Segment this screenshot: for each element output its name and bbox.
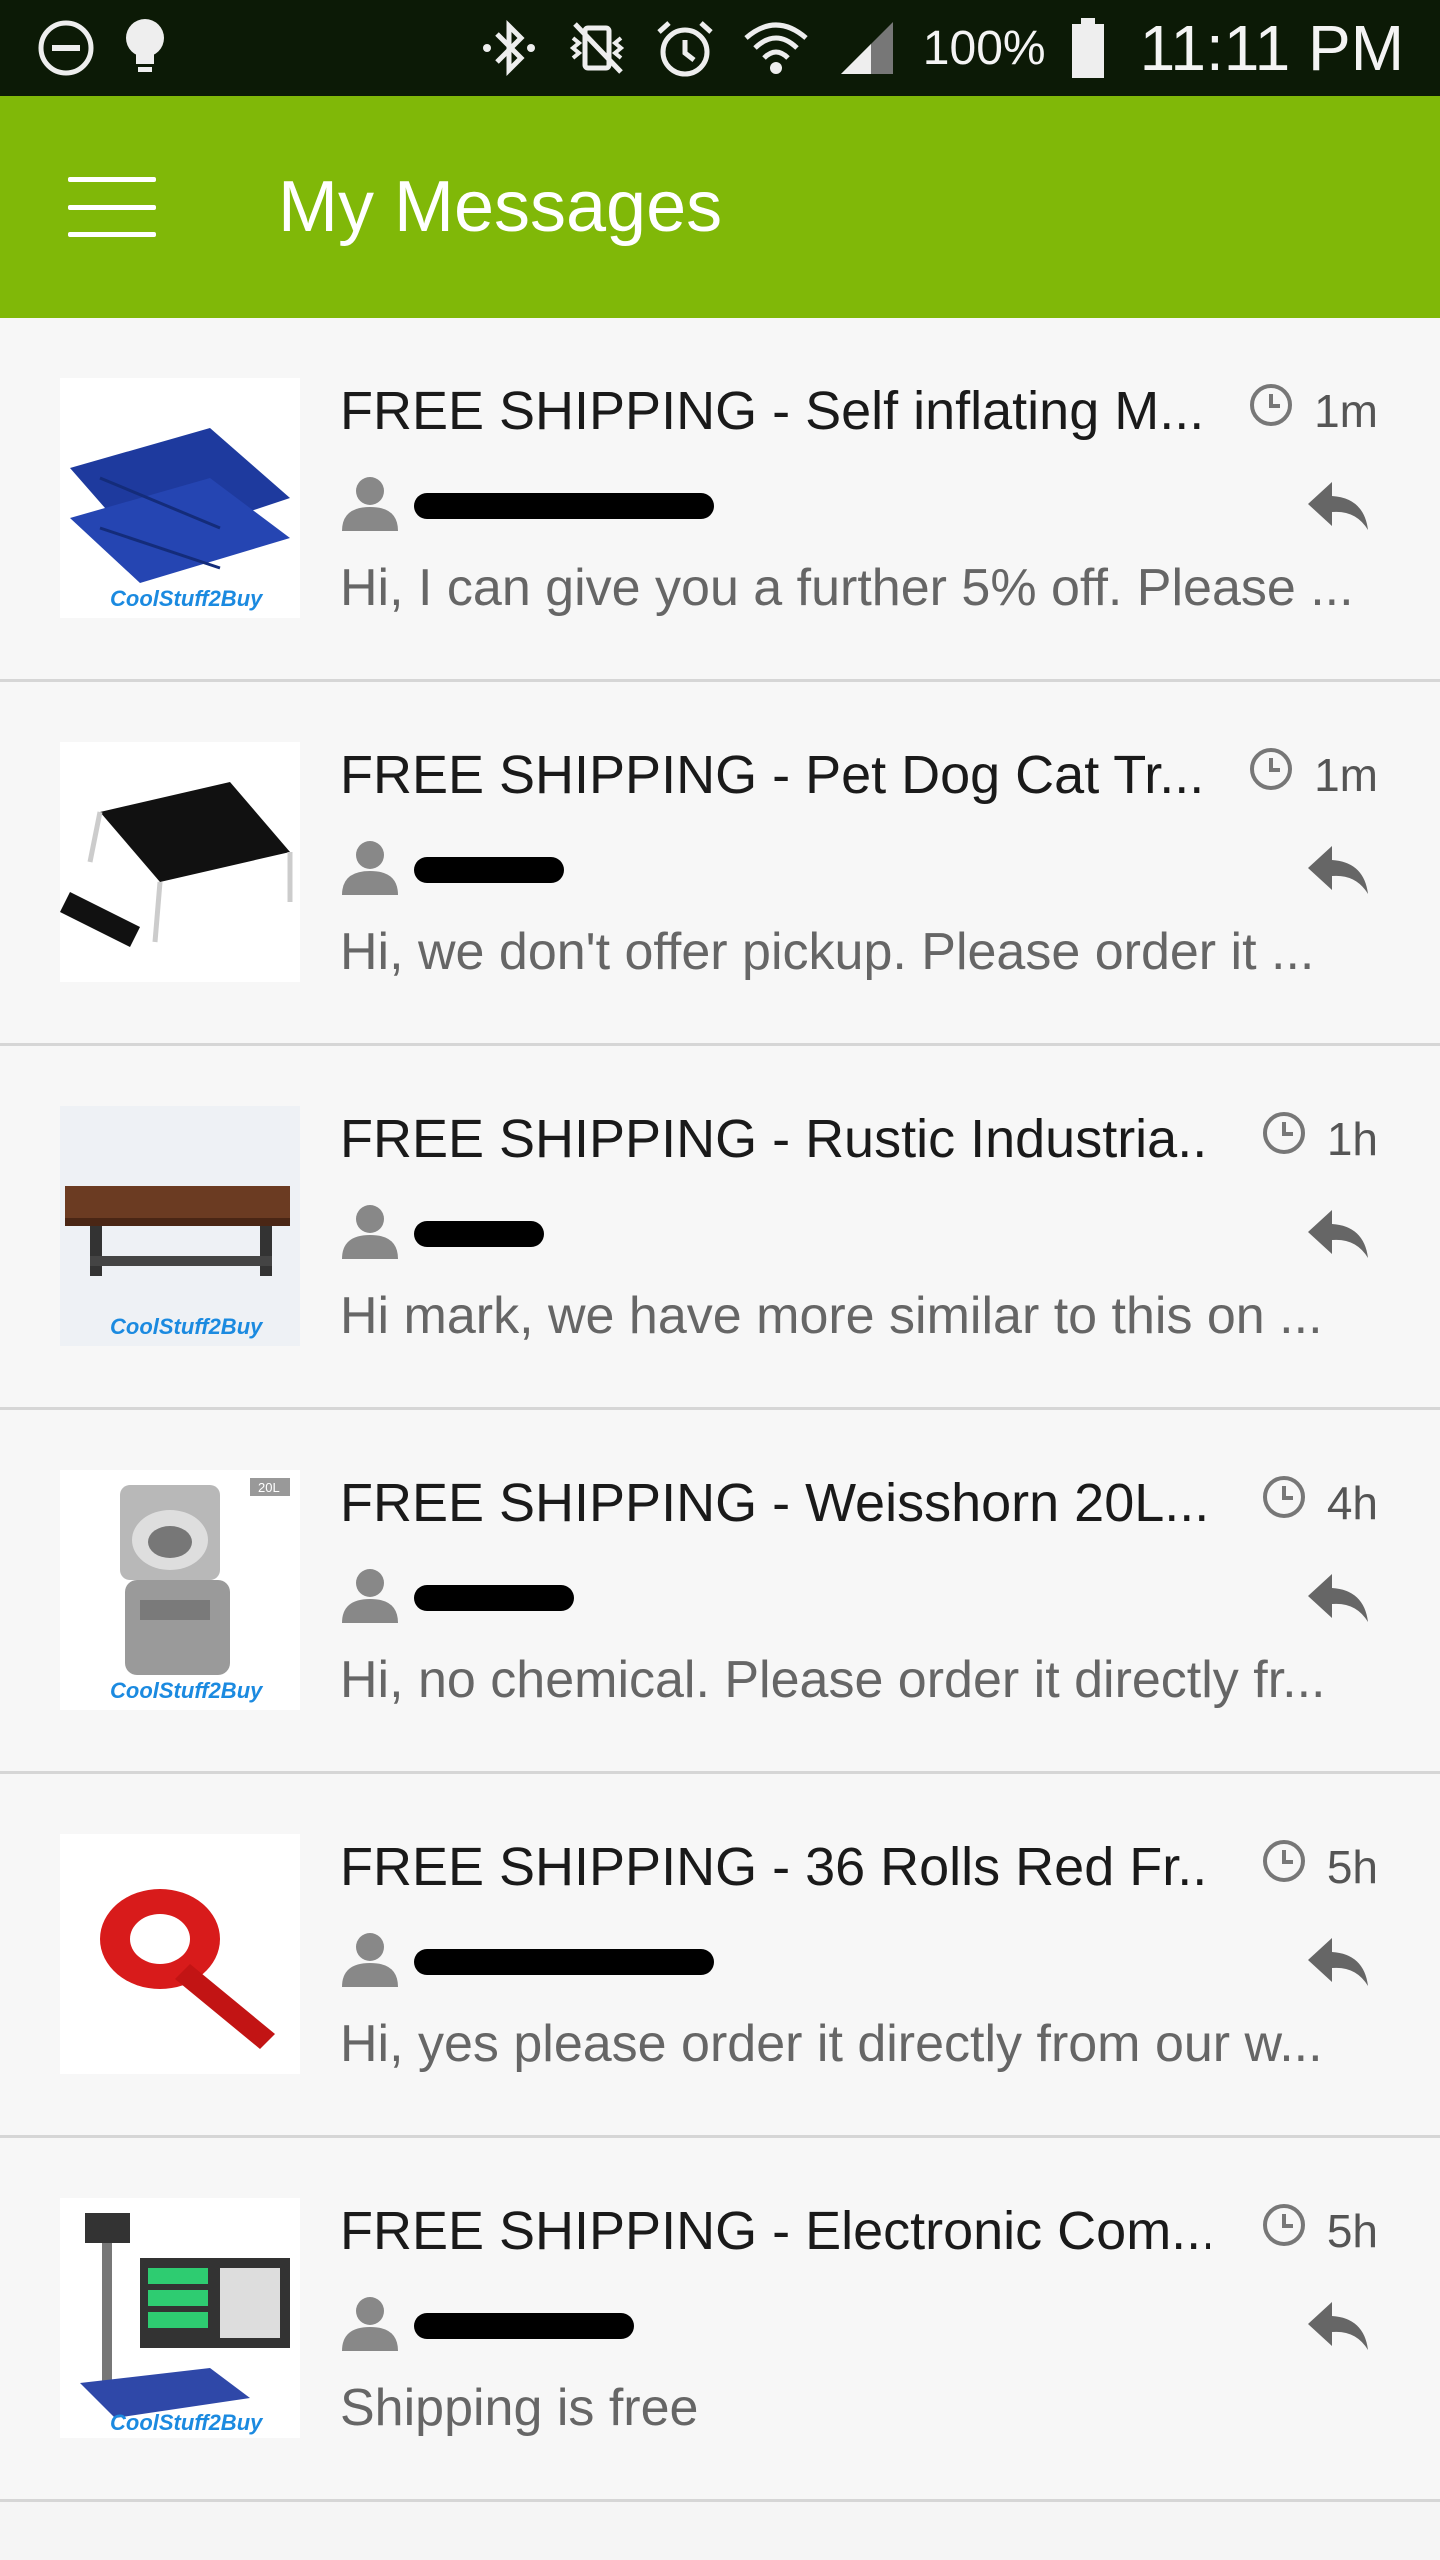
vibrate-icon [565,16,629,80]
redacted-sender-name [414,2312,634,2339]
message-item[interactable]: CoolStuff2Buy FREE SHIPPING - Rustic Ind… [0,1046,1440,1410]
message-item[interactable]: CoolStuff2Buy FREE SHIPPING - Self infla… [0,318,1440,682]
message-preview: Hi, we don't offer pickup. Please order … [340,923,1315,981]
message-title: FREE SHIPPING - Rustic Industria... [340,1109,1210,1169]
battery-percent: 100% [922,21,1046,75]
product-thumbnail [60,1834,300,2074]
page-title: My Messages [278,167,723,247]
sender [340,1201,544,1266]
logo-text: CoolStuff2Buy [110,1314,264,1339]
clock: 11:11 PM [1139,12,1404,84]
message-title: FREE SHIPPING - Weisshorn 20L... [340,1473,1210,1533]
redacted-sender-name [414,1948,714,1975]
message-preview: Hi mark, we have more similar to this on… [340,1287,1323,1345]
time-label: 1m [1314,748,1378,801]
messages-list: CoolStuff2Buy FREE SHIPPING - Self infla… [0,318,1440,2502]
redacted-sender-name [414,492,714,519]
message-title: FREE SHIPPING - Pet Dog Cat Tr... [340,745,1205,805]
reply-icon[interactable] [1306,1206,1370,1262]
message-item[interactable]: CoolStuff2Buy FREE SHIPPING - Electronic… [0,2138,1440,2502]
product-thumbnail: CoolStuff2Buy [60,2198,300,2438]
time-label: 1m [1314,384,1378,437]
reply-icon[interactable] [1306,1570,1370,1626]
sender [340,837,564,902]
sender [340,473,714,538]
sender [340,1565,574,1630]
reply-icon[interactable] [1306,842,1370,898]
message-time: 4h [1261,1474,1378,1531]
clock-icon [1261,2202,1307,2259]
logo-text: CoolStuff2Buy [110,1678,264,1703]
person-icon [340,1929,400,1994]
time-label: 5h [1326,1840,1378,1893]
product-thumbnail: CoolStuff2Buy [60,1106,300,1346]
status-bar: 100% 11:11 PM [0,0,1440,96]
reply-icon[interactable] [1306,2298,1370,2354]
app-bar: My Messages [0,96,1440,318]
message-title: FREE SHIPPING - Electronic Com... [340,2201,1210,2261]
time-label: 4h [1326,1476,1378,1529]
lightbulb-icon [120,16,170,80]
redacted-sender-name [414,1220,544,1247]
clock-icon [1261,1474,1307,1531]
clock-icon [1261,1838,1307,1895]
time-label: 5h [1326,2204,1378,2257]
sender [340,1929,714,1994]
clock-icon [1248,382,1294,439]
wifi-icon [741,16,811,80]
battery-icon [1070,16,1106,80]
message-time: 1m [1248,746,1378,803]
redacted-sender-name [414,856,564,883]
message-item[interactable]: 20L CoolStuff2Buy FREE SHIPPING - Weissh… [0,1410,1440,1774]
message-time: 5h [1261,2202,1378,2259]
person-icon [340,2293,400,2358]
clock-icon [1261,1110,1307,1167]
product-thumbnail [60,742,300,982]
person-icon [340,837,400,902]
message-preview: Hi, no chemical. Please order it directl… [340,1651,1326,1709]
message-preview: Hi, yes please order it directly from ou… [340,2015,1323,2073]
reply-icon[interactable] [1306,1934,1370,1990]
person-icon [340,473,400,538]
message-time: 1m [1248,382,1378,439]
redacted-sender-name [414,1584,574,1611]
alarm-icon [653,16,717,80]
product-thumbnail: CoolStuff2Buy [60,378,300,618]
bluetooth-icon [477,16,541,80]
logo-text: CoolStuff2Buy [110,586,264,611]
person-icon [340,1565,400,1630]
message-time: 1h [1261,1110,1378,1167]
clock-icon [1248,746,1294,803]
message-item[interactable]: FREE SHIPPING - 36 Rolls Red Fr... 5h Hi… [0,1774,1440,2138]
message-item[interactable]: FREE SHIPPING - Pet Dog Cat Tr... 1m Hi,… [0,682,1440,1046]
toilet-badge: 20L [258,1480,280,1495]
person-icon [340,1201,400,1266]
message-time: 5h [1261,1838,1378,1895]
signal-icon [835,16,899,80]
time-label: 1h [1326,1112,1378,1165]
message-preview: Hi, I can give you a further 5% off. Ple… [340,559,1354,617]
hamburger-menu-icon[interactable] [68,177,156,237]
reply-icon[interactable] [1306,478,1370,534]
logo-text: CoolStuff2Buy [110,2410,264,2435]
message-title: FREE SHIPPING - Self inflating M... [340,381,1205,441]
do-not-disturb-icon [36,18,96,78]
sender [340,2293,634,2358]
product-thumbnail: 20L CoolStuff2Buy [60,1470,300,1710]
message-preview: Shipping is free [340,2379,699,2437]
message-title: FREE SHIPPING - 36 Rolls Red Fr... [340,1837,1210,1897]
